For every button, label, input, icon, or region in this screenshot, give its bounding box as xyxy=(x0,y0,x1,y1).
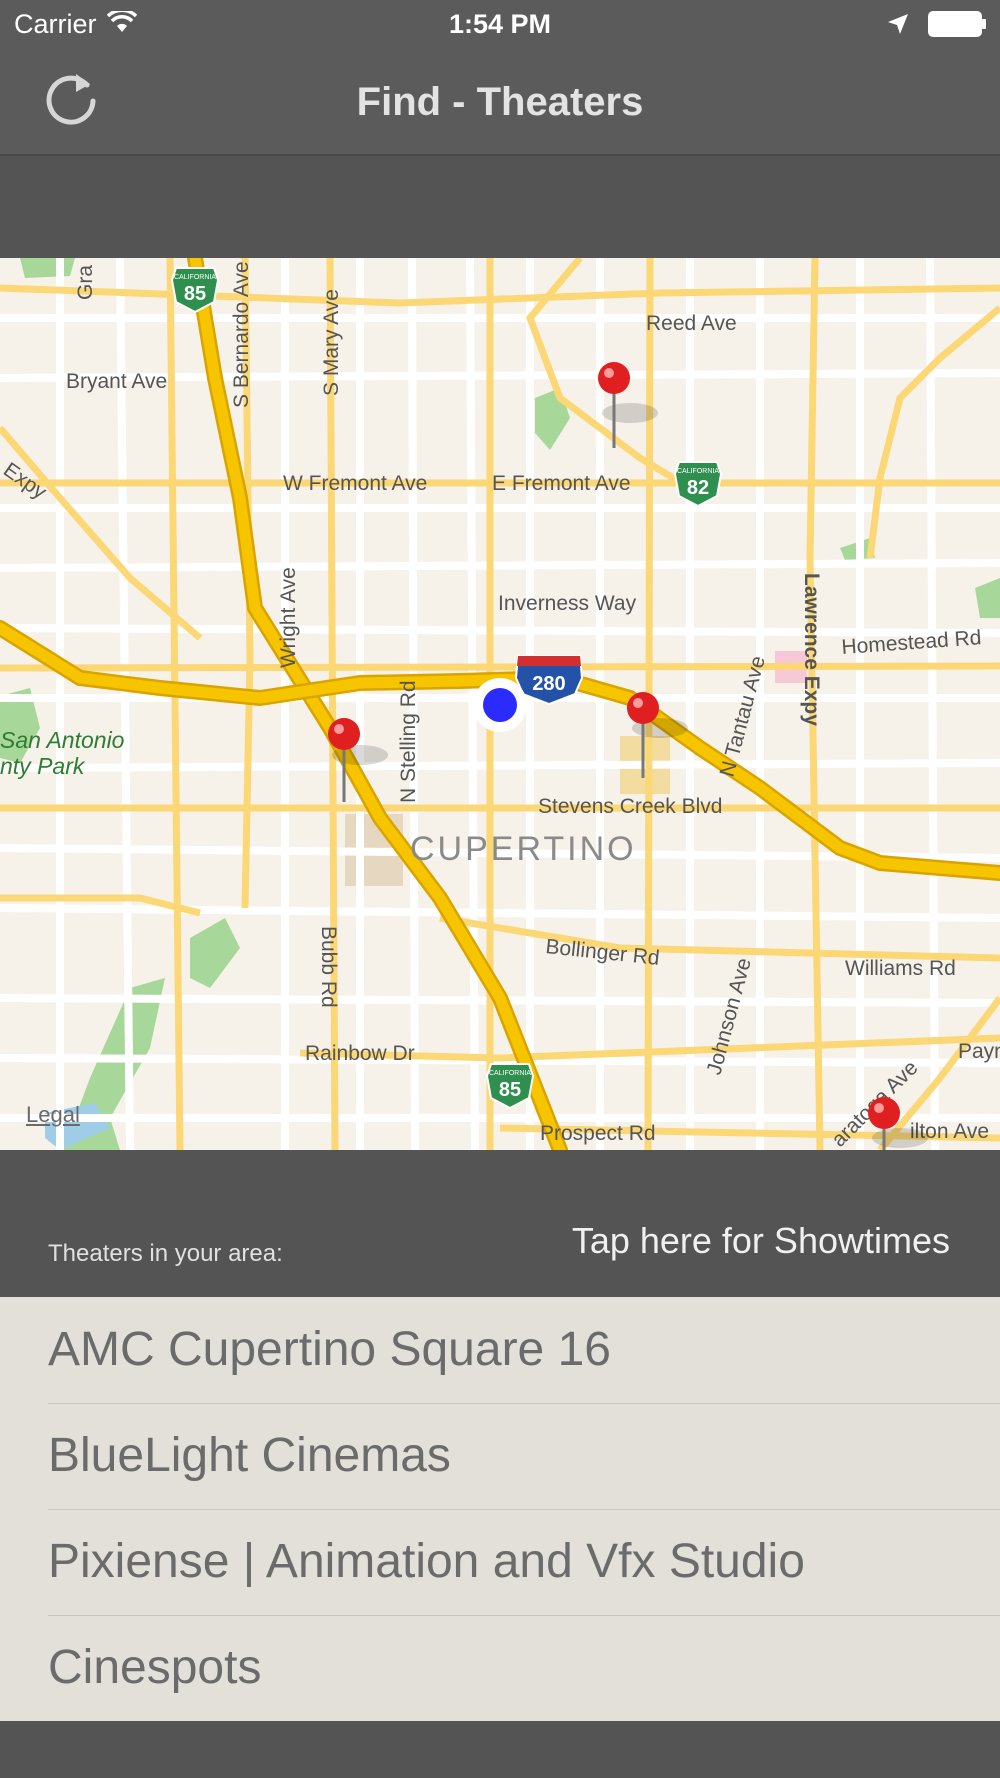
street-label: Bubb Rd xyxy=(317,926,340,1008)
page-title: Find - Theaters xyxy=(356,80,644,124)
theaters-section-header: Theaters in your area: Tap here for Show… xyxy=(0,1150,1000,1297)
park-label: San Antonio xyxy=(0,727,125,753)
street-label: Wright Ave xyxy=(277,567,300,668)
street-label: Stevens Creek Blvd xyxy=(538,795,722,818)
theater-list-item[interactable]: Pixiense | Animation and Vfx Studio xyxy=(0,1509,1000,1615)
showtimes-button[interactable]: Tap here for Showtimes xyxy=(572,1220,950,1262)
street-label: E Fremont Ave xyxy=(492,472,631,495)
status-right xyxy=(886,10,988,45)
street-label: S Bernardo Ave xyxy=(230,261,253,408)
user-location-dot xyxy=(473,678,527,732)
shield-number: 82 xyxy=(687,477,709,499)
street-label: Rainbow Dr xyxy=(305,1042,415,1065)
shield-number: 85 xyxy=(184,283,206,305)
map-canvas: Reed Ave Bryant Ave S Bernardo Ave S Mar… xyxy=(0,258,1000,1150)
theater-list-item[interactable]: Cinespots xyxy=(0,1615,1000,1721)
shield-number: 85 xyxy=(499,1079,521,1101)
street-label: W Fremont Ave xyxy=(283,472,427,495)
street-label: Payn xyxy=(958,1040,1000,1063)
location-arrow-icon xyxy=(886,12,910,43)
status-time: 1:54 PM xyxy=(448,9,552,39)
street-label: N Stelling Rd xyxy=(397,680,420,803)
ca82-shield: CALIFORNIA 82 xyxy=(673,461,723,508)
battery-icon xyxy=(928,10,988,45)
street-label: Williams Rd xyxy=(845,957,956,980)
theater-list: AMC Cupertino Square 16 BlueLight Cinema… xyxy=(0,1297,1000,1721)
park-area xyxy=(190,918,240,988)
shield-state-label: CALIFORNIA xyxy=(174,274,216,281)
shield-number: 280 xyxy=(532,673,565,695)
street-label: S Mary Ave xyxy=(320,289,343,396)
park-area xyxy=(20,258,75,278)
theater-list-item[interactable]: BlueLight Cinemas xyxy=(0,1403,1000,1509)
legal-link[interactable]: Legal xyxy=(26,1102,80,1128)
theater-list-item[interactable]: AMC Cupertino Square 16 xyxy=(0,1297,1000,1403)
shield-state-label: CALIFORNIA xyxy=(489,1070,531,1077)
street-label: Prospect Rd xyxy=(540,1122,656,1145)
map-view[interactable]: Reed Ave Bryant Ave S Bernardo Ave S Mar… xyxy=(0,258,1000,1150)
street-label: Inverness Way xyxy=(498,592,637,615)
park-area xyxy=(975,578,1000,618)
city-label: CUPERTINO xyxy=(410,830,637,868)
status-bar: Carrier 1:54 PM xyxy=(0,0,1000,50)
shield-state-label: CALIFORNIA xyxy=(677,468,719,475)
theaters-label: Theaters in your area: xyxy=(48,1240,283,1267)
street-label: Reed Ave xyxy=(646,312,737,335)
ca85-shield-top: CALIFORNIA 85 xyxy=(170,267,220,314)
navigation-bar: Find - Theaters xyxy=(0,50,1000,156)
street-label: Bryant Ave xyxy=(66,370,167,393)
street-label: Lawrence Expy xyxy=(800,573,823,726)
park-label: nty Park xyxy=(0,753,86,779)
street-label: Expy xyxy=(0,458,51,504)
street-label: Gra xyxy=(74,265,97,300)
